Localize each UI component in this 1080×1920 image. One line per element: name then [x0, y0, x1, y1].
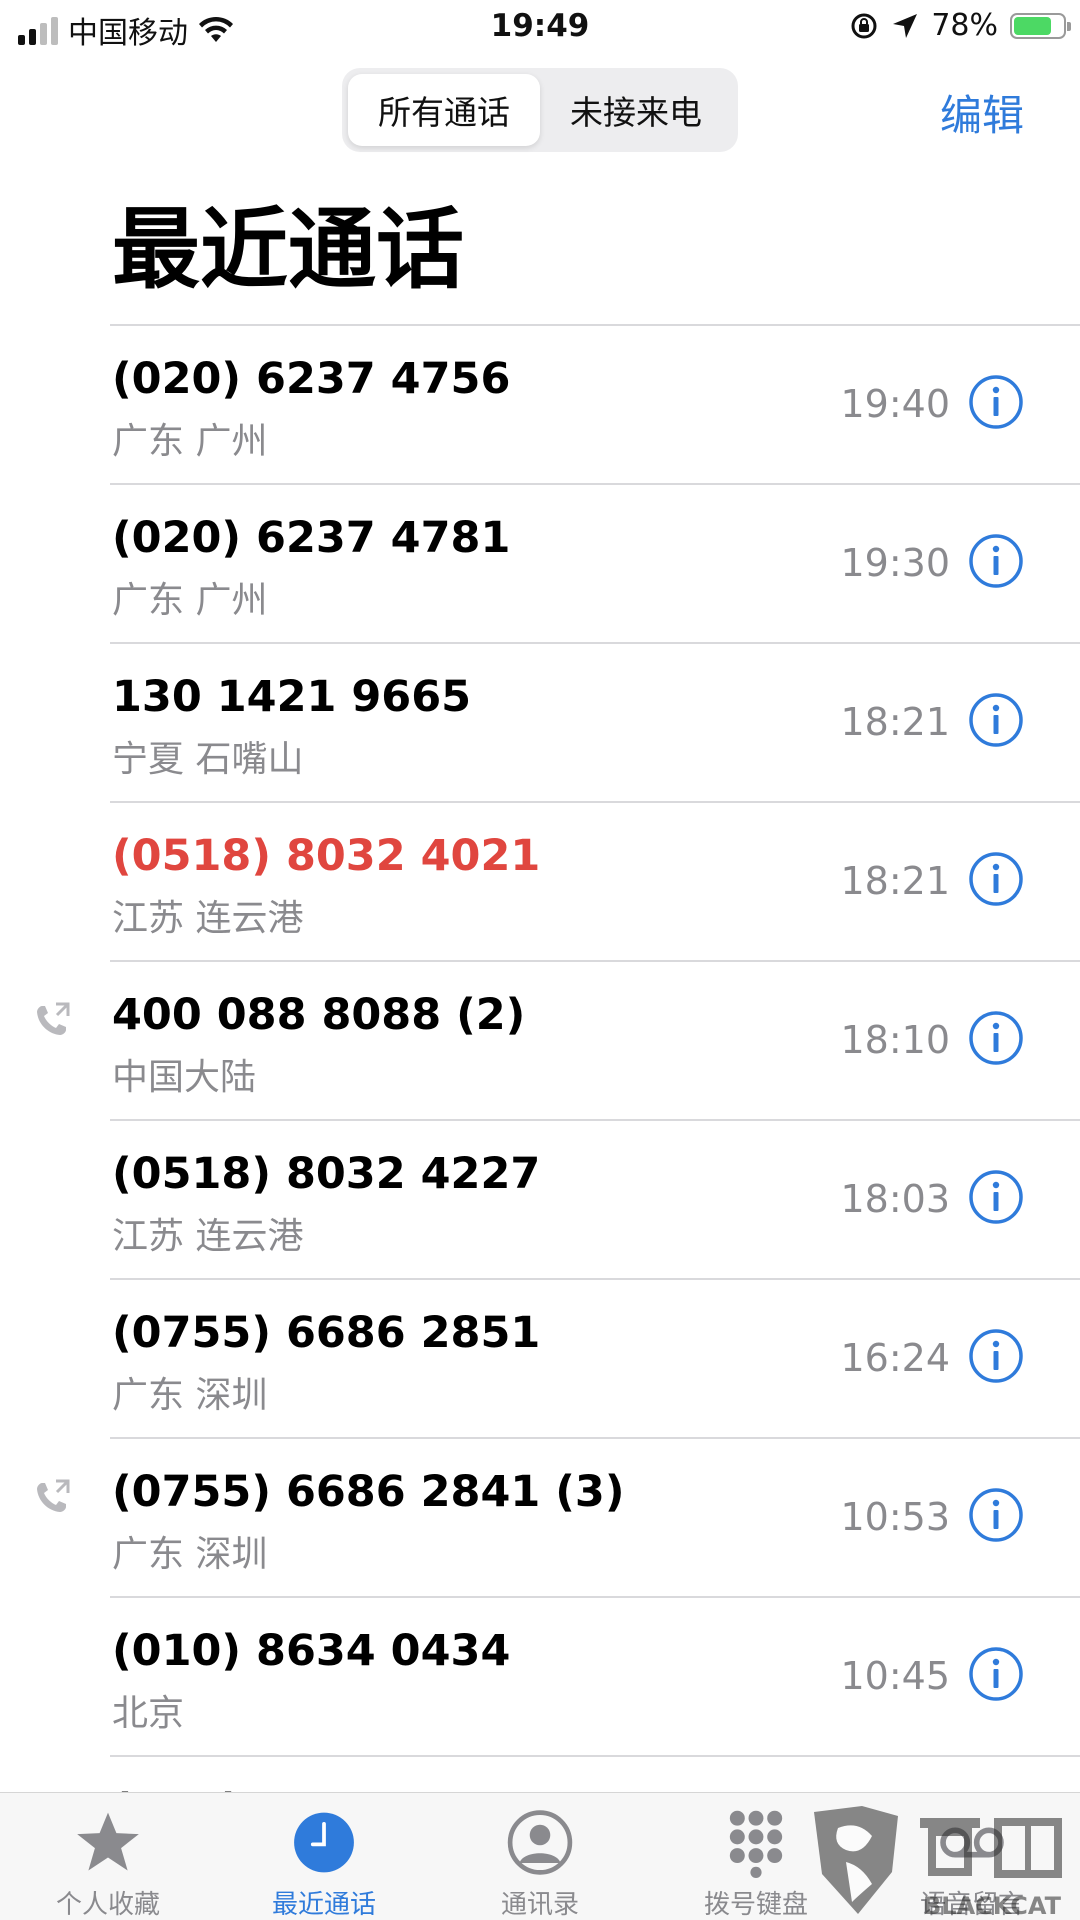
info-icon[interactable]: [968, 1169, 1024, 1225]
call-number: (0755) 6686 2841 (3): [112, 1467, 625, 1517]
call-time: 18:21: [840, 700, 950, 744]
call-row[interactable]: (020) 6237 4756 广东 广州 19:40: [0, 326, 1080, 483]
info-icon[interactable]: [968, 1487, 1024, 1543]
edit-button[interactable]: 编辑: [940, 82, 1024, 143]
info-icon[interactable]: [968, 1328, 1024, 1384]
recent-calls-list: (020) 6237 4756 广东 广州 19:40 (020) 6237 4781…: [0, 324, 1080, 1916]
call-row[interactable]: (0518) 8032 4227 江苏 连云港 18:03: [0, 1121, 1080, 1278]
call-number: (0755) 6686 2851: [112, 1308, 541, 1358]
outgoing-call-icon: [37, 1002, 70, 1035]
person-circle-icon: [507, 1810, 573, 1875]
segment-missed-calls[interactable]: 未接来电: [540, 74, 732, 146]
call-location: 北京: [112, 1693, 185, 1734]
call-location: 广东 深圳: [112, 1375, 268, 1416]
call-row[interactable]: (020) 6237 4781 广东 广州 19:30: [0, 485, 1080, 642]
tab-label: 通讯录: [500, 1890, 579, 1920]
tab-contacts[interactable]: 通讯录: [432, 1793, 648, 1920]
star-icon: [77, 1812, 139, 1871]
blackcat-watermark-logo: BLACKCAT: [814, 1806, 1062, 1920]
call-row[interactable]: (0755) 6686 2841 (3) 广东 深圳 10:53: [0, 1439, 1080, 1596]
call-number: (020) 6237 4781: [112, 513, 511, 563]
page-title: 最近通话: [112, 198, 465, 301]
rotation-lock-icon: [851, 13, 877, 38]
call-row[interactable]: (0518) 8032 4021 江苏 连云港 18:21: [0, 803, 1080, 960]
call-number: (010) 8634 0434: [112, 1626, 511, 1676]
tab-label: 个人收藏: [55, 1890, 160, 1920]
info-icon[interactable]: [968, 1010, 1024, 1066]
call-number: 400 088 8088 (2): [112, 990, 526, 1040]
call-location: 广东 广州: [112, 580, 268, 621]
call-location: 广东 深圳: [112, 1534, 268, 1575]
clock-icon: [294, 1812, 354, 1873]
call-time: 16:24: [840, 1336, 950, 1380]
call-row[interactable]: 400 088 8088 (2) 中国大陆 18:10: [0, 962, 1080, 1119]
tab-recents[interactable]: 最近通话: [216, 1793, 432, 1920]
phone-screen: 中国移动 19:49 78% 所有通话 未接来电 编辑 最近通话 (020) 6…: [0, 0, 1080, 1920]
info-icon[interactable]: [968, 851, 1024, 907]
battery-percent: 78%: [931, 8, 998, 43]
info-icon[interactable]: [968, 533, 1024, 589]
call-time: 19:30: [840, 541, 950, 585]
segment-all-calls[interactable]: 所有通话: [348, 74, 540, 146]
battery-level: [1014, 16, 1052, 35]
info-icon[interactable]: [968, 374, 1024, 430]
call-time: 18:21: [840, 859, 950, 903]
call-filter-segmented-control: 所有通话 未接来电: [342, 68, 738, 152]
keypad-icon: [729, 1810, 783, 1878]
call-number: (0518) 8032 4227: [112, 1149, 541, 1199]
call-time: 19:40: [840, 382, 950, 426]
call-time: 10:45: [840, 1654, 950, 1698]
tab-label: 最近通话: [271, 1890, 376, 1920]
battery-icon: [1010, 12, 1071, 39]
call-time: 10:53: [840, 1495, 950, 1539]
call-location: 江苏 连云港: [112, 898, 304, 939]
call-time: 18:03: [840, 1177, 950, 1221]
status-bar: 中国移动 19:49 78%: [0, 0, 1080, 56]
location-arrow-icon: [893, 13, 918, 38]
info-icon[interactable]: [968, 1646, 1024, 1702]
watermark-text: BLACKCAT: [923, 1892, 1062, 1920]
call-number: (020) 6237 4756: [112, 354, 511, 404]
call-row[interactable]: 130 1421 9665 宁夏 石嘴山 18:21: [0, 644, 1080, 801]
call-location: 宁夏 石嘴山: [112, 739, 304, 780]
call-location: 广东 广州: [112, 421, 268, 462]
call-row[interactable]: (010) 8634 0434 北京 10:45: [0, 1598, 1080, 1755]
tab-label: 拨号键盘: [703, 1890, 808, 1920]
call-row[interactable]: (0755) 6686 2851 广东 深圳 16:24: [0, 1280, 1080, 1437]
call-location: 中国大陆: [112, 1057, 257, 1098]
tab-favorites[interactable]: 个人收藏: [0, 1793, 216, 1920]
outgoing-call-icon: [37, 1479, 70, 1512]
call-number: (0518) 8032 4021: [112, 831, 541, 881]
info-icon[interactable]: [968, 692, 1024, 748]
call-time: 18:10: [840, 1018, 950, 1062]
call-number: 130 1421 9665: [112, 672, 472, 722]
call-location: 江苏 连云港: [112, 1216, 304, 1257]
